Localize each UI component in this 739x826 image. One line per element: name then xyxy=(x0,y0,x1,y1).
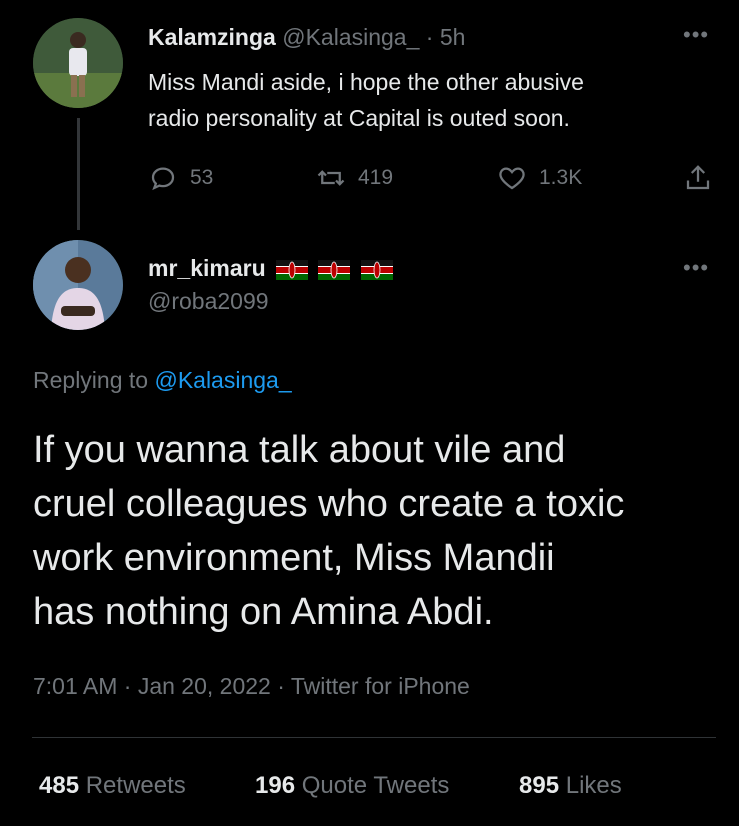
main-display-name[interactable]: mr_kimaru xyxy=(148,255,266,281)
kenya-flag-icon xyxy=(318,259,351,280)
replying-handle-link[interactable]: @Kalasinga_ xyxy=(154,367,291,393)
quotes-count: 196 xyxy=(255,772,296,799)
main-more-icon[interactable]: ••• xyxy=(683,255,709,281)
kenya-flag-icon xyxy=(360,259,393,280)
reply-count: 53 xyxy=(190,166,214,189)
quote-tweets-stat[interactable]: 196 Quote Tweets xyxy=(255,772,449,800)
parent-tweet-text: Miss Mandi aside, i hope the other abusi… xyxy=(148,64,584,136)
retweets-count: 485 xyxy=(39,772,80,799)
main-text-line-3: work environment, Miss Mandii xyxy=(33,537,555,579)
main-text-line-2: cruel colleagues who create a toxic xyxy=(33,483,625,525)
retweets-label: Retweets xyxy=(85,772,186,799)
flags xyxy=(272,255,393,281)
quotes-label: Quote Tweets xyxy=(301,772,450,799)
main-tweet-text: If you wanna talk about vile and cruel c… xyxy=(33,423,624,639)
likes-count-total: 895 xyxy=(519,772,560,799)
parent-display-name[interactable]: Kalamzinga xyxy=(148,24,276,50)
parent-tweet-header: Kalamzinga @Kalasinga_ · 5h xyxy=(148,24,465,51)
main-text-line-1: If you wanna talk about vile and xyxy=(33,429,566,471)
likes-stat[interactable]: 895 Likes xyxy=(519,772,622,800)
reply-icon xyxy=(151,167,175,191)
replying-to: Replying to @Kalasinga_ xyxy=(33,367,292,394)
like-count: 1.3K xyxy=(539,166,583,189)
divider xyxy=(32,737,716,738)
parent-time[interactable]: 5h xyxy=(440,24,466,50)
main-handle[interactable]: @roba2099 xyxy=(148,288,269,315)
like-button[interactable]: 1.3K xyxy=(497,163,582,193)
parent-text-line-2: radio personality at Capital is outed so… xyxy=(148,105,570,131)
reply-button[interactable]: 53 xyxy=(148,163,213,193)
avatar-mr-kimaru[interactable] xyxy=(33,240,123,330)
parent-text-line-1: Miss Mandi aside, i hope the other abusi… xyxy=(148,69,584,95)
parent-more-icon[interactable]: ••• xyxy=(683,22,709,48)
main-text-line-4: has nothing on Amina Abdi. xyxy=(33,591,494,633)
kenya-flag-icon xyxy=(276,259,309,280)
avatar-kalamzinga[interactable] xyxy=(33,18,123,108)
share-button[interactable] xyxy=(683,163,713,193)
replying-prefix: Replying to xyxy=(33,367,149,393)
main-tweet-name-row: mr_kimaru xyxy=(148,255,393,282)
parent-handle[interactable]: @Kalasinga_ xyxy=(282,24,419,50)
share-icon xyxy=(686,165,710,190)
tweet-timestamp[interactable]: 7:01 AM · Jan 20, 2022 · Twitter for iPh… xyxy=(33,673,470,700)
thread-line xyxy=(77,118,80,230)
parent-separator: · xyxy=(425,24,434,50)
heart-icon xyxy=(499,167,525,190)
retweet-count: 419 xyxy=(358,166,394,189)
retweet-button[interactable]: 419 xyxy=(316,163,393,193)
retweets-stat[interactable]: 485 Retweets xyxy=(39,772,186,800)
retweet-icon xyxy=(317,170,345,186)
likes-label: Likes xyxy=(565,772,622,799)
